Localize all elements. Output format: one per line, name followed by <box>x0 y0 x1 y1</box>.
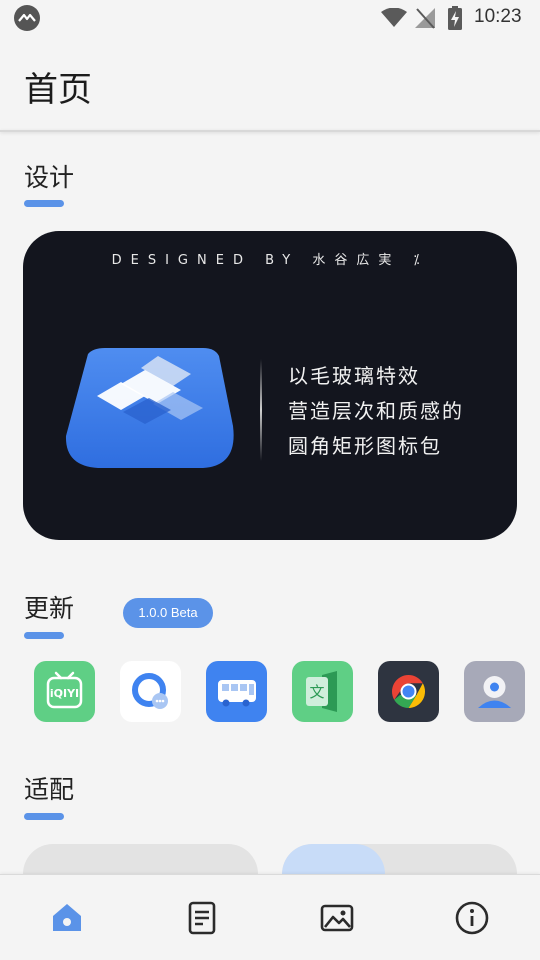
banner-description: 以毛玻璃特效 营造层次和质感的 圆角矩形图标包 <box>288 359 464 464</box>
qq-browser-app-icon[interactable] <box>120 661 181 722</box>
section-underline-design <box>24 200 64 207</box>
bottom-navigation <box>0 874 540 960</box>
section-title-update: 更新 <box>24 594 75 623</box>
wifi-icon <box>381 8 407 27</box>
header-divider <box>0 130 540 132</box>
section-underline-update <box>24 632 64 639</box>
banner-line: 以毛玻璃特效 <box>288 364 420 388</box>
battery-charging-icon <box>448 6 462 30</box>
app-header: 首页 <box>0 36 540 131</box>
banner-divider <box>260 359 262 461</box>
nav-image[interactable] <box>270 875 405 960</box>
nav-info[interactable] <box>405 875 540 960</box>
info-icon <box>455 901 489 935</box>
icon-pack-logo <box>65 348 234 468</box>
document-icon <box>188 901 216 935</box>
home-icon <box>53 904 81 931</box>
section-title-design: 设计 <box>24 163 75 192</box>
section-underline-adapt <box>24 813 64 820</box>
section-title-adapt: 适配 <box>24 775 75 804</box>
banner-line: 营造层次和质感的 <box>288 399 464 423</box>
version-badge: 1.0.0 Beta <box>123 598 213 628</box>
iqiyi-app-icon[interactable]: iQIYI <box>34 661 95 722</box>
design-banner[interactable]: DESIGNED BY 水谷広実 ⁒ 以毛玻璃特效 营造层次和质感的 圆角矩形图… <box>23 231 517 540</box>
banner-credit: DESIGNED BY 水谷広実 ⁒ <box>111 253 429 268</box>
bus-app-icon[interactable] <box>206 661 267 722</box>
svg-text:文: 文 <box>309 683 324 701</box>
contact-app-icon[interactable] <box>464 661 525 722</box>
no-signal-icon <box>415 8 435 29</box>
status-time: 10:23 <box>474 6 522 27</box>
page-title: 首页 <box>24 70 92 110</box>
nav-home[interactable] <box>0 875 135 960</box>
status-bar: 10:23 <box>0 0 540 36</box>
app-notification-icon <box>14 5 40 31</box>
nav-document[interactable] <box>135 875 270 960</box>
banner-line: 圆角矩形图标包 <box>288 434 442 458</box>
svg-text:iQIYI: iQIYI <box>50 687 79 700</box>
image-icon <box>320 904 354 932</box>
wps-excel-app-icon[interactable]: 文 <box>292 661 353 722</box>
chrome-app-icon[interactable] <box>378 661 439 722</box>
